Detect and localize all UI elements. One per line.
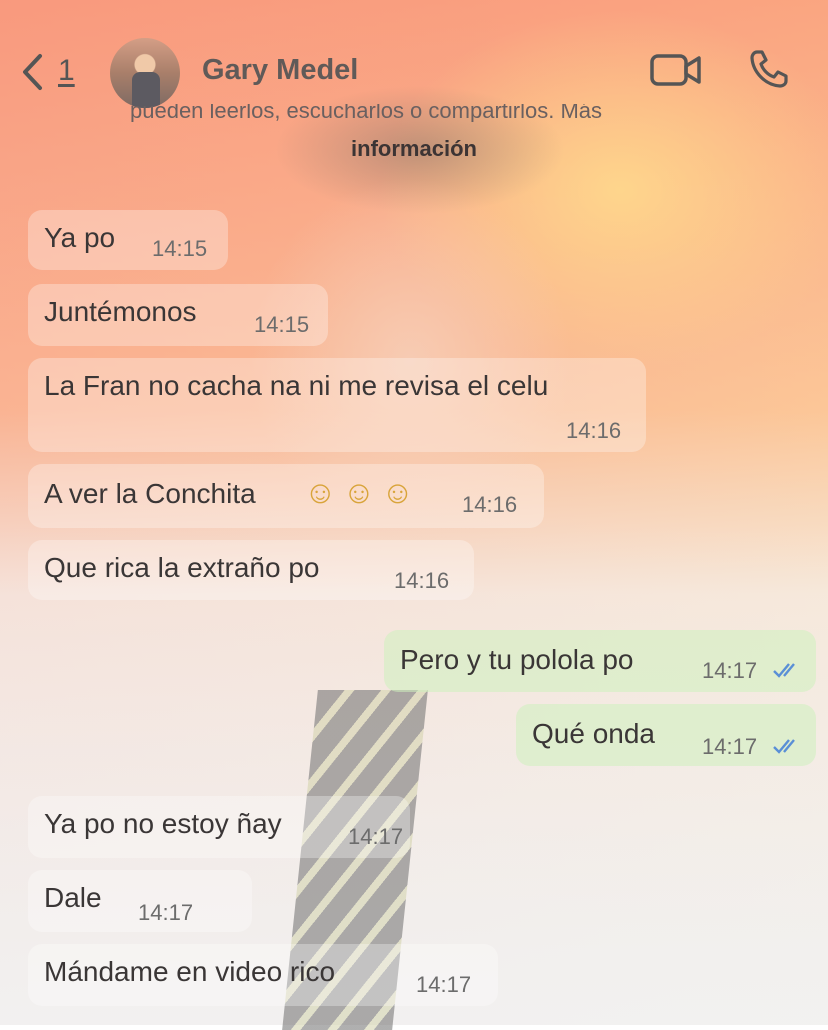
double-check-icon xyxy=(773,663,795,678)
unread-count[interactable]: 1 xyxy=(58,54,75,88)
video-camera-icon[interactable] xyxy=(650,52,702,88)
more-info-link[interactable]: información xyxy=(0,136,828,162)
message-text: Juntémonos xyxy=(44,296,197,327)
message-bubble[interactable]: Ya po 14:15 xyxy=(28,210,228,270)
encryption-notice-text: pueden leerlos, escucharlos o compartirl… xyxy=(130,104,603,122)
message-text: A ver la Conchita xyxy=(44,478,256,509)
message-bubble[interactable]: Mándame en video rico 14:17 xyxy=(28,944,498,1006)
message-time: 14:16 xyxy=(394,568,450,593)
message-bubble[interactable]: La Fran no cacha na ni me revisa el celu… xyxy=(28,358,646,452)
message-text: Mándame en video rico xyxy=(44,956,336,987)
message-time: 14:16 xyxy=(462,492,518,517)
message-time: 14:17 xyxy=(702,734,758,759)
message-text: La Fran no cacha na ni me revisa el celu xyxy=(44,370,549,401)
message-bubble-outgoing[interactable]: Qué onda 14:17 xyxy=(516,704,816,766)
message-bubble[interactable]: Dale 14:17 xyxy=(28,870,252,932)
message-text: Ya po no estoy ñay xyxy=(44,808,282,839)
message-bubble[interactable]: Ya po no estoy ñay 14:17 xyxy=(28,796,410,858)
message-time: 14:15 xyxy=(152,236,208,261)
message-text: Pero y tu polola po xyxy=(400,644,634,675)
message-time: 14:17 xyxy=(348,824,404,849)
chat-header: 1 Gary Medel xyxy=(0,0,828,110)
chevron-left-icon[interactable] xyxy=(20,52,46,92)
message-text: Qué onda xyxy=(532,718,655,749)
message-text: Dale xyxy=(44,882,102,913)
message-time: 14:16 xyxy=(566,418,622,443)
message-time: 14:17 xyxy=(138,900,194,925)
message-time: 14:17 xyxy=(416,972,472,997)
message-text: Ya po xyxy=(44,222,116,253)
message-bubble[interactable]: Que rica la extraño po 14:16 xyxy=(28,540,474,600)
contact-name[interactable]: Gary Medel xyxy=(202,54,358,87)
phone-icon[interactable] xyxy=(748,48,790,90)
avatar[interactable] xyxy=(110,38,180,108)
message-bubble-outgoing[interactable]: Pero y tu polola po 14:17 xyxy=(384,630,816,692)
message-bubble[interactable]: A ver la Conchita ☺☺☺ 14:16 xyxy=(28,464,544,528)
message-bubble[interactable]: Juntémonos 14:15 xyxy=(28,284,328,346)
message-text: Que rica la extraño po xyxy=(44,552,320,583)
double-check-icon xyxy=(773,739,795,754)
message-time: 14:15 xyxy=(254,312,310,337)
message-time: 14:17 xyxy=(702,658,758,683)
smiling-face-emoji: ☺☺☺ xyxy=(304,474,421,510)
